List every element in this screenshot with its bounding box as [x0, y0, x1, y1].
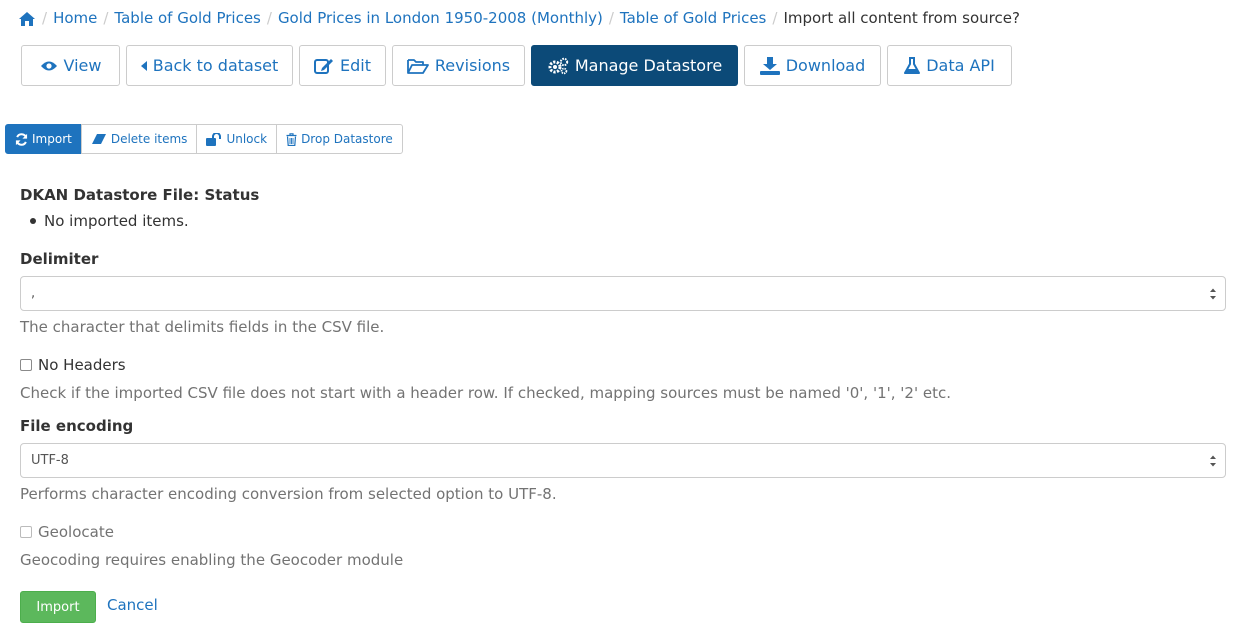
- breadcrumb-home[interactable]: Home: [53, 9, 97, 27]
- delimiter-label: Delimiter: [20, 250, 99, 268]
- select-caret-icon: [1210, 455, 1216, 467]
- delimiter-help: The character that delimits fields in th…: [20, 318, 385, 336]
- eye-icon: [40, 60, 58, 72]
- status-heading: DKAN Datastore File: Status: [20, 186, 260, 204]
- tab-revisions[interactable]: Revisions: [392, 45, 525, 86]
- action-unlock[interactable]: Unlock: [196, 124, 278, 154]
- tab-view-label: View: [63, 56, 102, 75]
- geolocate-label: Geolocate: [38, 523, 114, 541]
- delimiter-value: ,: [31, 286, 36, 301]
- action-import-label: Import: [32, 132, 72, 146]
- encoding-select[interactable]: UTF-8: [20, 443, 1226, 478]
- eraser-icon: [91, 133, 107, 145]
- breadcrumb-separator: /: [266, 9, 272, 27]
- unlock-icon: [206, 132, 222, 146]
- encoding-label: File encoding: [20, 417, 134, 435]
- action-unlock-label: Unlock: [226, 132, 268, 146]
- no-headers-label: No Headers: [38, 356, 126, 374]
- action-drop-datastore-label: Drop Datastore: [301, 132, 393, 146]
- status-item: No imported items.: [20, 212, 189, 230]
- tab-back-to-dataset[interactable]: Back to dataset: [126, 45, 293, 86]
- folder-open-icon: [407, 58, 429, 74]
- breadcrumb-resource[interactable]: Table of Gold Prices: [620, 9, 766, 27]
- gears-icon: [547, 57, 569, 75]
- breadcrumb-table-of-gold-prices[interactable]: Table of Gold Prices: [114, 9, 260, 27]
- import-button[interactable]: Import: [20, 591, 96, 623]
- action-drop-datastore[interactable]: Drop Datastore: [276, 124, 403, 154]
- tab-data-api-label: Data API: [926, 56, 995, 75]
- status-item-text: No imported items.: [44, 212, 189, 230]
- breadcrumb-current: Import all content from source?: [783, 9, 1020, 27]
- encoding-value: UTF-8: [31, 453, 69, 468]
- breadcrumb-separator: /: [103, 9, 109, 27]
- home-icon: [19, 11, 35, 26]
- breadcrumb-separator: /: [772, 9, 778, 27]
- tab-data-api[interactable]: Data API: [887, 45, 1012, 86]
- action-delete-items[interactable]: Delete items: [80, 124, 198, 154]
- refresh-icon: [15, 132, 28, 146]
- download-icon: [759, 56, 780, 75]
- primary-tabs: View Back to dataset Edit Revisions Mana…: [21, 45, 1018, 86]
- encoding-help: Performs character encoding conversion f…: [20, 485, 557, 503]
- no-headers-help: Check if the imported CSV file does not …: [20, 384, 951, 402]
- home-link[interactable]: [18, 9, 36, 27]
- tab-manage-datastore[interactable]: Manage Datastore: [531, 45, 738, 86]
- bullet-icon: [30, 217, 36, 224]
- tab-back-label: Back to dataset: [152, 56, 279, 75]
- geolocate-option: Geolocate: [20, 523, 114, 541]
- geolocate-help: Geocoding requires enabling the Geocoder…: [20, 551, 404, 569]
- delimiter-select[interactable]: ,: [20, 276, 1226, 311]
- breadcrumb-separator: /: [608, 9, 614, 27]
- tab-download[interactable]: Download: [744, 45, 881, 86]
- tab-edit[interactable]: Edit: [299, 45, 386, 86]
- breadcrumb: / Home / Table of Gold Prices / Gold Pri…: [18, 6, 1020, 30]
- tab-edit-label: Edit: [340, 56, 371, 75]
- no-headers-option[interactable]: No Headers: [20, 356, 126, 374]
- tab-revisions-label: Revisions: [434, 56, 511, 75]
- tab-download-label: Download: [785, 56, 866, 75]
- select-caret-icon: [1210, 288, 1216, 300]
- breadcrumb-separator: /: [42, 9, 48, 27]
- action-delete-items-label: Delete items: [110, 132, 188, 146]
- tab-view[interactable]: View: [21, 45, 120, 86]
- tab-manage-datastore-label: Manage Datastore: [574, 56, 723, 75]
- action-import[interactable]: Import: [5, 124, 82, 154]
- breadcrumb-gold-prices-london[interactable]: Gold Prices in London 1950-2008 (Monthly…: [278, 9, 603, 27]
- caret-left-icon: [140, 60, 147, 71]
- no-headers-checkbox[interactable]: [20, 359, 32, 371]
- flask-icon: [904, 56, 921, 75]
- datastore-actions: Import Delete items Unlock Drop Datastor…: [5, 124, 403, 154]
- geolocate-checkbox: [20, 526, 32, 538]
- cancel-link[interactable]: Cancel: [107, 596, 158, 614]
- trash-icon: [286, 132, 297, 146]
- edit-icon: [314, 57, 334, 75]
